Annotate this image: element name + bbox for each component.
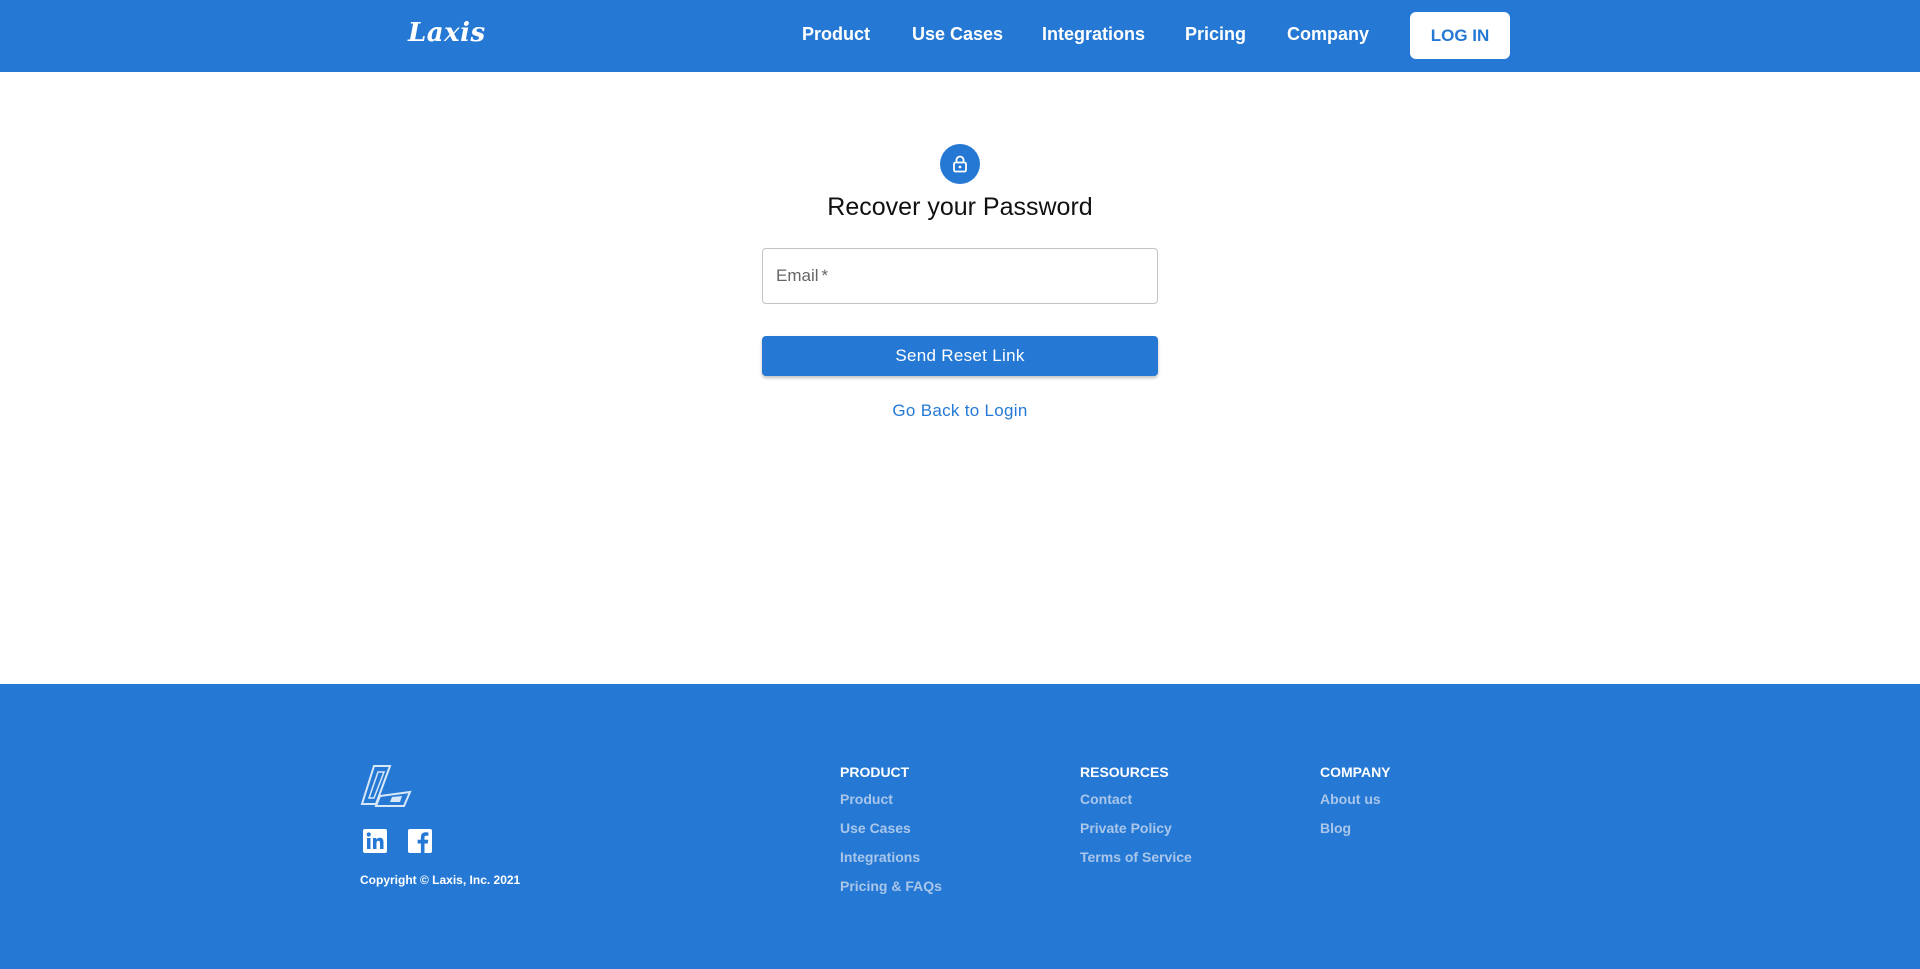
login-button[interactable]: LOG IN — [1410, 12, 1510, 59]
footer-heading-company: COMPANY — [1320, 764, 1391, 780]
back-to-login-row: Go Back to Login — [0, 401, 1920, 421]
footer-link-use-cases[interactable]: Use Cases — [840, 819, 942, 848]
footer-link-integrations[interactable]: Integrations — [840, 848, 942, 877]
footer-link-about-us[interactable]: About us — [1320, 790, 1391, 819]
laxis-emblem-icon[interactable] — [360, 764, 412, 808]
footer: Copyright © Laxis, Inc. 2021 PRODUCT Pro… — [0, 684, 1920, 969]
email-label: Email * — [776, 266, 829, 285]
back-to-login-link[interactable]: Go Back to Login — [892, 401, 1027, 420]
lock-icon — [953, 155, 967, 173]
linkedin-icon[interactable] — [362, 828, 388, 854]
footer-link-blog[interactable]: Blog — [1320, 819, 1391, 848]
footer-column-product: PRODUCT Product Use Cases Integrations P… — [840, 764, 942, 906]
footer-link-product[interactable]: Product — [840, 790, 942, 819]
top-nav-bar: Laxis Product Use Cases Integrations Pri… — [0, 0, 1920, 72]
copyright-text: Copyright © Laxis, Inc. 2021 — [360, 873, 521, 887]
facebook-icon[interactable] — [407, 828, 433, 854]
nav-use-cases[interactable]: Use Cases — [912, 24, 1003, 45]
nav-integrations[interactable]: Integrations — [1042, 24, 1145, 45]
footer-link-contact[interactable]: Contact — [1080, 790, 1192, 819]
send-reset-link-button[interactable]: Send Reset Link — [762, 336, 1158, 376]
nav-company[interactable]: Company — [1287, 24, 1369, 45]
lock-avatar — [940, 144, 980, 184]
footer-column-company: COMPANY About us Blog — [1320, 764, 1391, 848]
email-field[interactable]: Email * — [762, 248, 1158, 304]
page-title: Recover your Password — [827, 193, 1093, 221]
footer-link-private-policy[interactable]: Private Policy — [1080, 819, 1192, 848]
laxis-logo[interactable]: Laxis — [408, 18, 486, 48]
footer-heading-product: PRODUCT — [840, 764, 910, 780]
footer-heading-resources: RESOURCES — [1080, 764, 1169, 780]
nav-product[interactable]: Product — [802, 24, 870, 45]
nav-pricing[interactable]: Pricing — [1185, 24, 1246, 45]
footer-link-terms-of-service[interactable]: Terms of Service — [1080, 848, 1192, 877]
footer-link-pricing-faqs[interactable]: Pricing & FAQs — [840, 877, 942, 906]
footer-column-resources: RESOURCES Contact Private Policy Terms o… — [1080, 764, 1192, 877]
